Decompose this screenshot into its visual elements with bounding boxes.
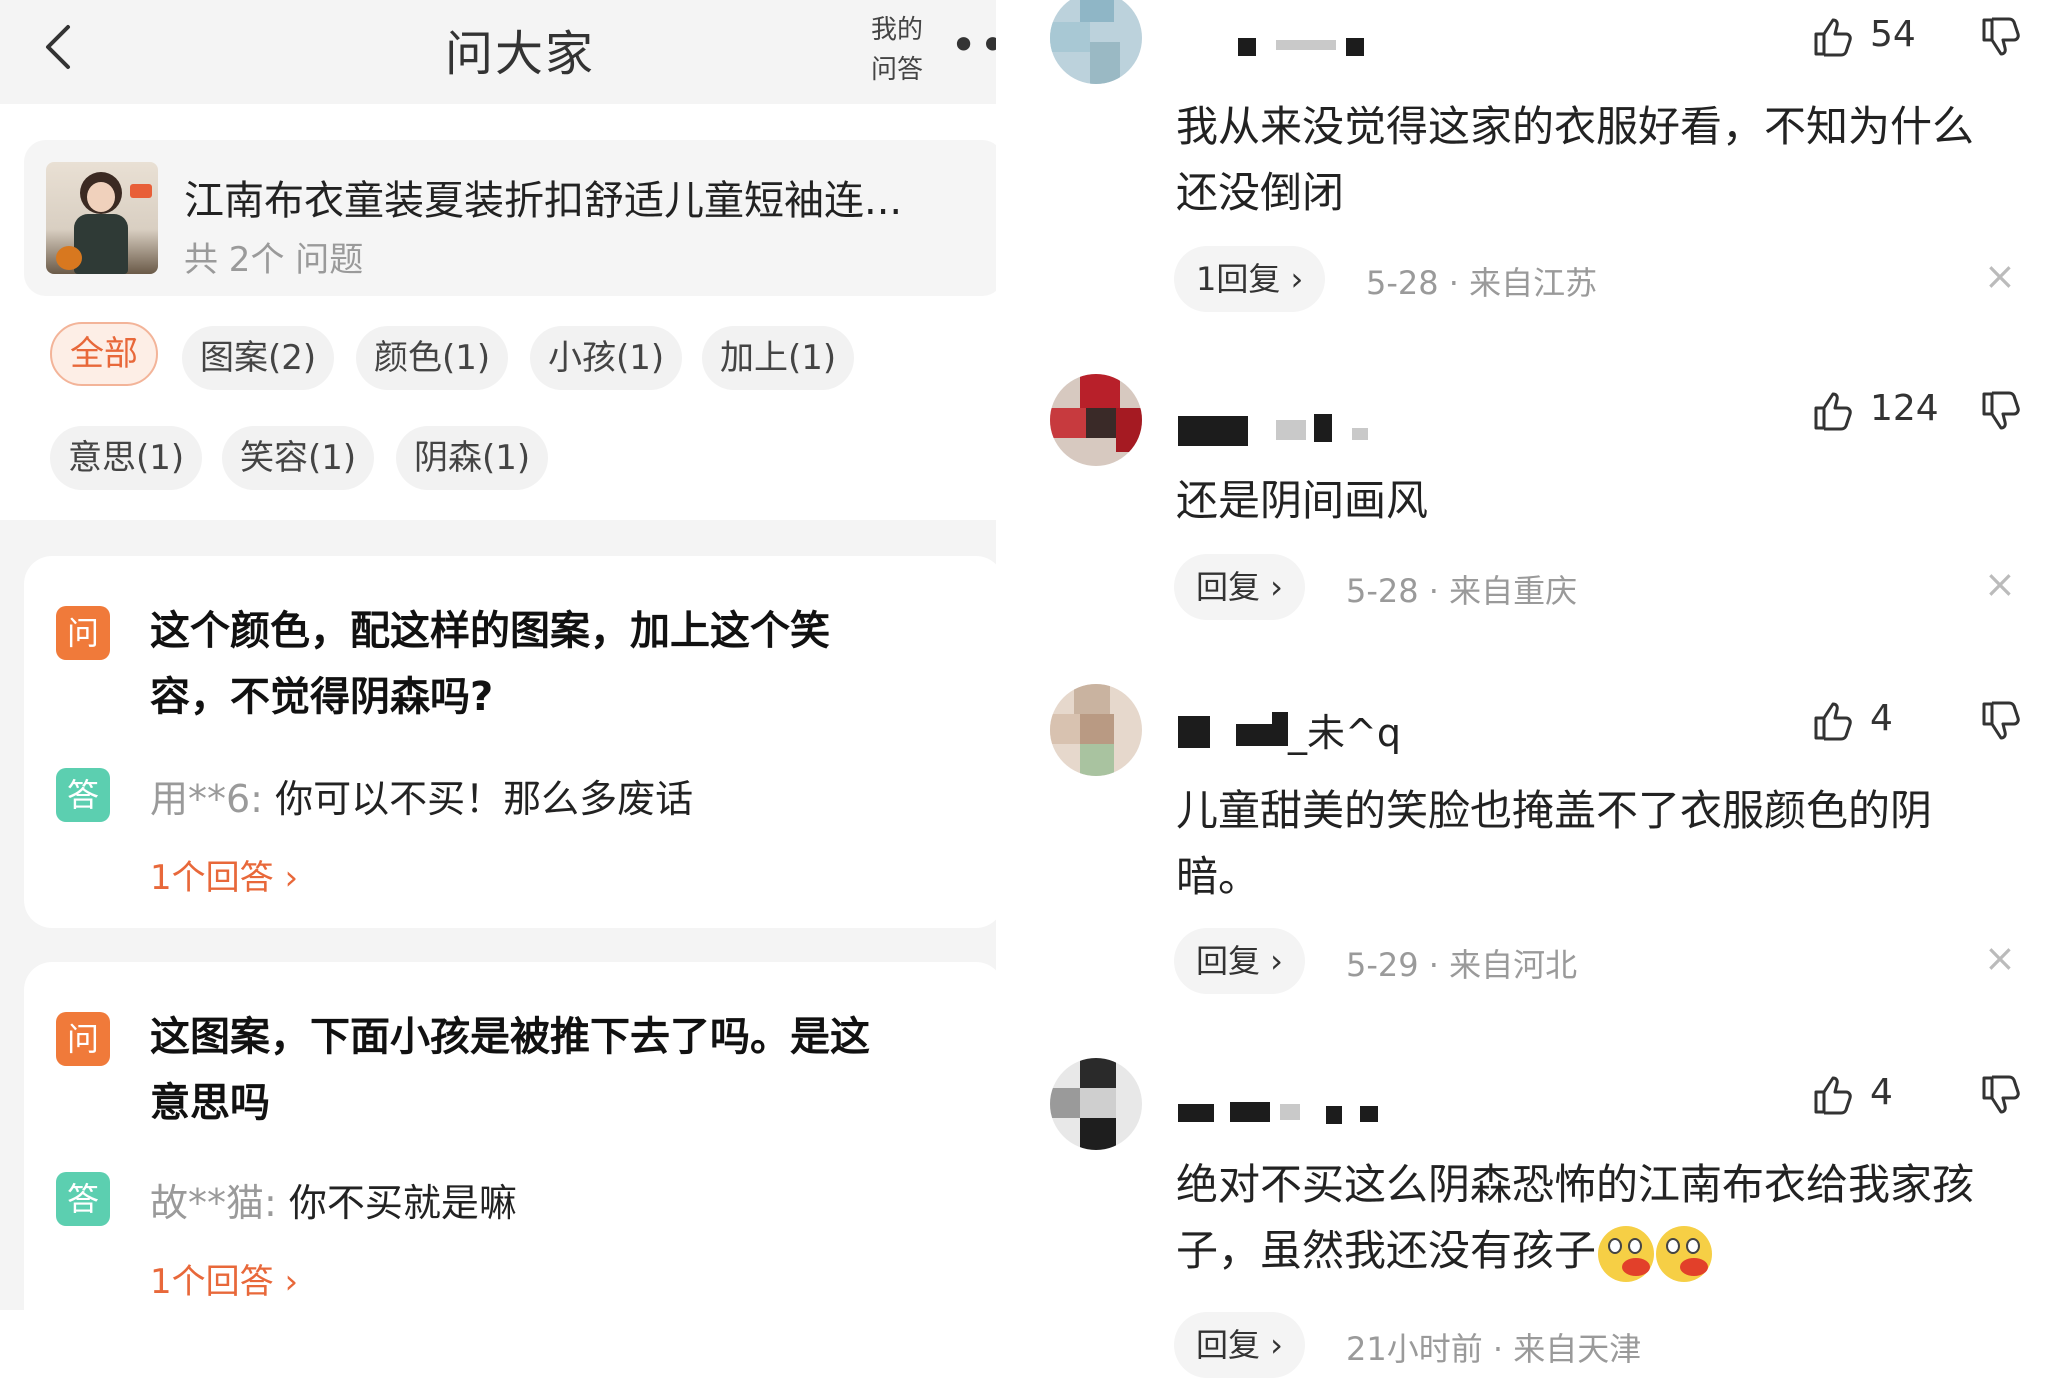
thumbs-down-icon [1982, 17, 2020, 56]
filter-chip-child[interactable]: 小孩(1) [530, 326, 683, 390]
page-title: 问大家 [444, 26, 595, 82]
filter-chip-color[interactable]: 颜色(1) [356, 326, 509, 390]
filter-chip-gloomy[interactable]: 阴森(1) [396, 426, 549, 490]
filter-chip-add[interactable]: 加上(1) [702, 326, 855, 390]
comment-meta: 21小时前 · 来自天津 [1346, 1330, 1642, 1368]
answer-badge: 答 [56, 1172, 110, 1226]
like-count: 124 [1870, 388, 1939, 429]
product-title: 江南布衣童装夏装折扣舒适儿童短袖连... [184, 178, 903, 224]
question-badge: 问 [56, 1012, 110, 1066]
my-questions-label-line2: 问答 [870, 55, 923, 85]
comment-text: 还是阴间画风 [1176, 468, 2046, 534]
dislike-button[interactable] [1978, 10, 2028, 66]
comment-meta: 5-28 · 来自江苏 [1366, 264, 1598, 302]
comment-line-with-emoji: 子，虽然我还没有孩子 [1176, 1218, 2046, 1284]
filter-chip-smile[interactable]: 笑容(1) [222, 426, 375, 490]
comment-line: 暗。 [1176, 852, 1261, 901]
reply-button[interactable]: 回复 › [1174, 928, 1305, 994]
dislike-button[interactable] [1978, 694, 2028, 750]
avatar[interactable] [1050, 0, 1142, 84]
close-icon[interactable]: × [1984, 254, 2016, 298]
more-options-button[interactable]: ••• [950, 18, 996, 72]
like-button[interactable]: 124 [1810, 384, 1950, 440]
filter-chip-pattern[interactable]: 图案(2) [182, 326, 335, 390]
comment-text: 绝对不买这么阴森恐怖的江南布衣给我家孩 子，虽然我还没有孩子 [1176, 1152, 2046, 1284]
like-count: 4 [1870, 1072, 1893, 1113]
thumbs-up-icon [1814, 1076, 1852, 1115]
answer-badge: 答 [56, 768, 110, 822]
comment-line: 儿童甜美的笑脸也掩盖不了衣服颜色的阴 [1176, 786, 1933, 835]
reply-button[interactable]: 1回复 › [1174, 246, 1326, 312]
my-questions-button[interactable]: 我的 问答 [862, 10, 932, 90]
thumbs-down-icon [1982, 701, 2020, 740]
question-text: 这图案，下面小孩是被推下去了吗。是这 意思吗 [150, 1004, 970, 1136]
answer-preview: 故**猫: 你不买就是嘛 [150, 1172, 517, 1227]
answer-user: 故**猫: [150, 1181, 277, 1225]
thumbs-down-icon [1982, 391, 2020, 430]
comment-meta: 5-28 · 来自重庆 [1346, 572, 1578, 610]
question-text: 这个颜色，配这样的图案，加上这个笑 容，不觉得阴森吗? [150, 598, 970, 730]
thumbs-up-icon [1814, 702, 1852, 741]
reply-button[interactable]: 回复 › [1174, 1312, 1305, 1378]
my-questions-label-line1: 我的 [870, 15, 923, 45]
filter-chip-meaning[interactable]: 意思(1) [50, 426, 203, 490]
close-icon[interactable]: × [1984, 562, 2016, 606]
username-text: _未^q [1288, 711, 1401, 755]
dislike-button[interactable] [1978, 384, 2028, 440]
answer-user: 用**6: [150, 777, 263, 821]
thumbs-up-icon [1814, 18, 1852, 57]
comment-line: 绝对不买这么阴森恐怖的江南布衣给我家孩 [1176, 1160, 1975, 1209]
comment-text: 儿童甜美的笑脸也掩盖不了衣服颜色的阴 暗。 [1176, 778, 2046, 910]
view-answers-link[interactable]: 1个回答 › [150, 850, 298, 899]
comment-line: 还是阴间画风 [1176, 476, 1429, 525]
comment-line: 子，虽然我还没有孩子 [1176, 1226, 1597, 1275]
drooling-face-emoji-icon [1656, 1225, 1713, 1282]
avatar[interactable] [1050, 1058, 1142, 1150]
like-count: 4 [1870, 698, 1893, 739]
answer-text: 你可以不买！那么多废话 [275, 777, 694, 821]
answer-text: 你不买就是嘛 [288, 1181, 517, 1225]
close-icon[interactable]: × [1984, 936, 2016, 980]
reply-button[interactable]: 回复 › [1174, 554, 1305, 620]
question-line: 这图案，下面小孩是被推下去了吗。是这 [150, 1014, 870, 1060]
thumbs-up-icon [1814, 392, 1852, 431]
like-button[interactable]: 4 [1810, 694, 1950, 750]
answer-preview: 用**6: 你可以不买！那么多废话 [150, 768, 693, 823]
thumbs-down-icon [1982, 1075, 2020, 1114]
question-line: 意思吗 [150, 1080, 270, 1126]
question-line: 这个颜色，配这样的图案，加上这个笑 [150, 608, 830, 654]
question-count: 共 2个 问题 [184, 240, 364, 280]
comment-text: 我从来没觉得这家的衣服好看，不知为什么 还没倒闭 [1176, 94, 2046, 226]
question-card[interactable]: 问 这个颜色，配这样的图案，加上这个笑 容，不觉得阴森吗? 答 用**6: 你可… [24, 556, 996, 928]
product-section: 江南布衣童装夏装折扣舒适儿童短袖连... 共 2个 问题 全部 图案(2) 颜色… [0, 104, 996, 520]
avatar[interactable] [1050, 684, 1142, 776]
like-button[interactable]: 54 [1810, 10, 1950, 66]
nav-bar: 问大家 我的 问答 ••• [0, 0, 996, 104]
question-card[interactable]: 问 这图案，下面小孩是被推下去了吗。是这 意思吗 答 故**猫: 你不买就是嘛 … [24, 962, 996, 1310]
drooling-face-emoji-icon [1598, 1225, 1655, 1282]
comment-meta: 5-29 · 来自河北 [1346, 946, 1578, 984]
like-button[interactable]: 4 [1810, 1068, 1950, 1124]
like-count: 54 [1870, 14, 1916, 55]
product-thumbnail [46, 162, 158, 274]
avatar[interactable] [1050, 374, 1142, 466]
qa-panel: 问大家 我的 问答 ••• 江南布衣童装夏装折扣舒适儿童短袖连... 共 2个 … [0, 0, 996, 1310]
filter-chip-all[interactable]: 全部 [50, 322, 158, 386]
question-badge: 问 [56, 606, 110, 660]
view-answers-link[interactable]: 1个回答 › [150, 1254, 298, 1303]
comments-panel: 54 我从来没觉得这家的衣服好看，不知为什么 还没倒闭 1回复 › 5-28 ·… [1000, 0, 2072, 1384]
product-card[interactable]: 江南布衣童装夏装折扣舒适儿童短袖连... 共 2个 问题 [24, 140, 996, 296]
question-line: 容，不觉得阴森吗? [150, 674, 494, 720]
dislike-button[interactable] [1978, 1068, 2028, 1124]
comment-line: 我从来没觉得这家的衣服好看，不知为什么 [1176, 102, 1975, 151]
comment-line: 还没倒闭 [1176, 168, 1345, 217]
